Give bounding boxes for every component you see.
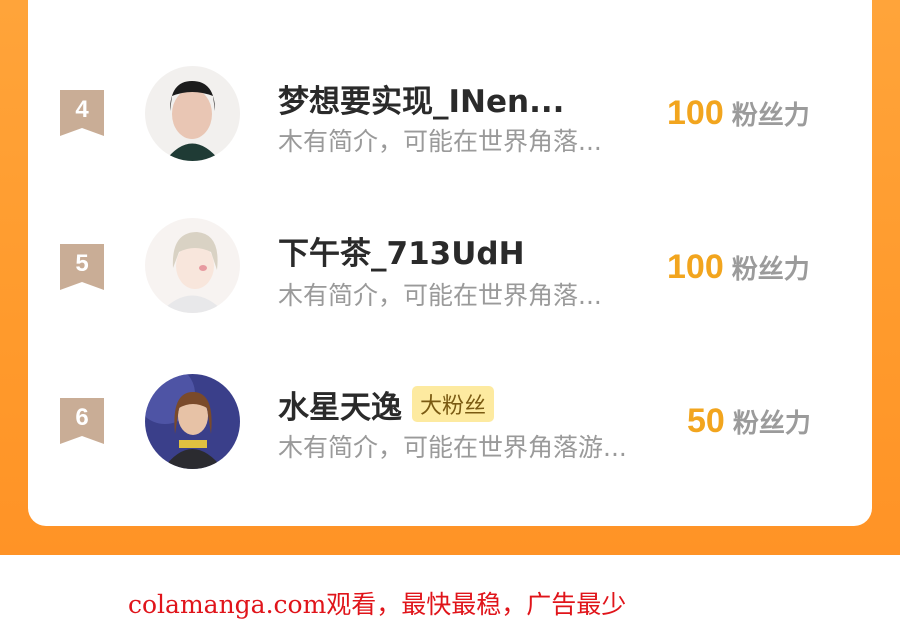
score-unit: 粉丝力 <box>732 409 811 439</box>
fan-power-score: 50 粉丝力 <box>687 402 811 441</box>
user-bio: 木有简介，可能在世界角落... <box>278 281 602 310</box>
user-avatar[interactable] <box>145 374 240 469</box>
score-value: 100 <box>667 94 724 132</box>
ranking-row[interactable]: 5 下午茶_713UdH 木有简介，可能在世界角落... 100 粉丝力 <box>0 212 900 322</box>
ranking-row[interactable]: 6 水星天逸 大粉丝 木有简介，可能在世界角落游... 50 粉丝力 <box>0 366 900 476</box>
rank-number: 6 <box>75 404 89 431</box>
fan-level-badge: 大粉丝 <box>412 386 495 422</box>
fan-power-score: 100 粉丝力 <box>667 94 810 133</box>
rank-ribbon: 5 <box>60 244 104 290</box>
rank-ribbon: 4 <box>60 90 104 136</box>
user-bio: 木有简介，可能在世界角落... <box>278 127 602 156</box>
score-value: 50 <box>687 402 725 440</box>
score-value: 100 <box>667 248 724 286</box>
user-avatar[interactable] <box>145 218 240 313</box>
score-unit: 粉丝力 <box>731 255 810 285</box>
rank-number: 5 <box>75 250 89 277</box>
rank-number: 4 <box>75 96 89 123</box>
user-name[interactable]: 水星天逸 大粉丝 <box>278 382 495 427</box>
score-unit: 粉丝力 <box>731 101 810 131</box>
watermark-text: colamanga.com观看，最快最稳，广告最少 <box>128 590 627 619</box>
user-name[interactable]: 下午茶_713UdH <box>278 228 525 273</box>
user-bio: 木有简介，可能在世界角落游... <box>278 433 627 462</box>
user-avatar[interactable] <box>145 66 240 161</box>
user-name[interactable]: 梦想要实现_INen... <box>278 76 564 121</box>
fan-power-score: 100 粉丝力 <box>667 248 810 287</box>
rank-ribbon: 6 <box>60 398 104 444</box>
ranking-row[interactable]: 4 梦想要实现_INen... 木有简介，可能在世界角落... 100 粉丝力 <box>0 58 900 168</box>
